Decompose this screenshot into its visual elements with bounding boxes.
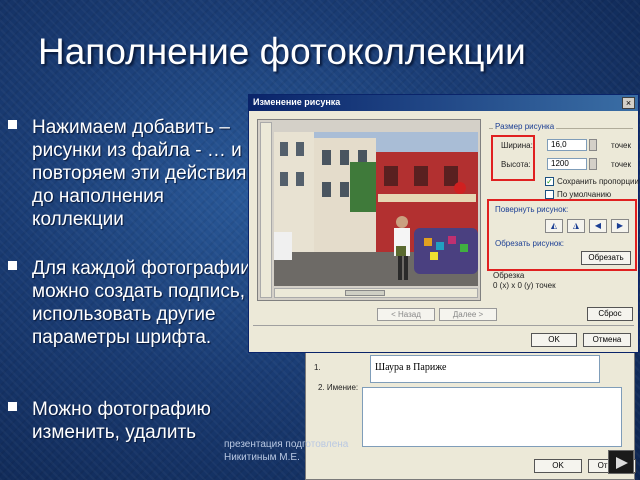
bullet-2: Для каждой фотографии можно создать подп… (8, 257, 260, 349)
default-label: По умолчанию (557, 190, 612, 199)
bullet-mark (8, 402, 17, 411)
keep-proportions-checkbox[interactable]: ✓ (545, 177, 554, 186)
size-group-title: Размер рисунка (493, 122, 557, 131)
scroll-thumb[interactable] (345, 290, 385, 296)
bullet-mark (8, 120, 17, 129)
horizontal-scrollbar[interactable] (274, 288, 478, 298)
bullet-2-text: Для каждой фотографии можно создать подп… (32, 258, 251, 348)
street-photo-icon (274, 132, 478, 286)
next-slide-icon[interactable] (608, 450, 634, 474)
reset-button[interactable]: Сброс (587, 307, 633, 321)
edit-picture-dialog: Изменение рисунка × < Назад Далее > Разм… (248, 94, 639, 353)
cancel-button[interactable]: Отмена (583, 333, 631, 347)
bullet-mark (8, 261, 17, 270)
prev-button[interactable]: < Назад (377, 308, 435, 321)
caption-number: 1. (314, 363, 321, 372)
dialog-title: Изменение рисунка (253, 97, 341, 107)
caption-ok-button[interactable]: OK (534, 459, 582, 473)
caption-row: 1. Шаура в Париже (314, 355, 624, 387)
bullet-1: Нажимаем добавить – рисунки из файла - …… (8, 116, 260, 231)
bullet-3-text: Можно фотографию изменить, удалить (32, 399, 211, 443)
caption-input[interactable]: Шаура в Париже (370, 355, 600, 383)
dialog-titlebar[interactable]: Изменение рисунка × (249, 95, 638, 111)
width-input[interactable]: 16,0 (547, 139, 587, 151)
keep-proportions-label: Сохранить пропорции (557, 177, 639, 186)
width-spinner[interactable] (589, 139, 597, 151)
description-textarea[interactable] (362, 387, 622, 447)
height-input[interactable]: 1200 (547, 158, 587, 170)
size-highlight-box (491, 135, 535, 181)
photo-preview (274, 132, 478, 286)
bullet-1-text: Нажимаем добавить – рисунки из файла - …… (32, 117, 247, 230)
crop-info-value: 0 (х) х 0 (у) точек (493, 281, 556, 290)
credit-text: презентация подготовлена Никитиным М.Е. (224, 439, 349, 463)
name-label: 2. Имение: (318, 383, 359, 392)
height-unit: точек (611, 160, 631, 169)
crop-info-title: Обрезка (493, 271, 525, 280)
vertical-scrollbar[interactable] (260, 122, 272, 298)
next-button[interactable]: Далее > (439, 308, 497, 321)
dialog-separator (253, 325, 634, 326)
close-icon[interactable]: × (622, 97, 635, 109)
ok-button[interactable]: OK (531, 333, 577, 347)
rotate-crop-highlight-box (487, 199, 637, 271)
height-spinner[interactable] (589, 158, 597, 170)
preview-frame (257, 119, 481, 301)
slide-title: Наполнение фотоколлекции (38, 31, 526, 72)
width-unit: точек (611, 141, 631, 150)
default-checkbox[interactable] (545, 190, 554, 199)
